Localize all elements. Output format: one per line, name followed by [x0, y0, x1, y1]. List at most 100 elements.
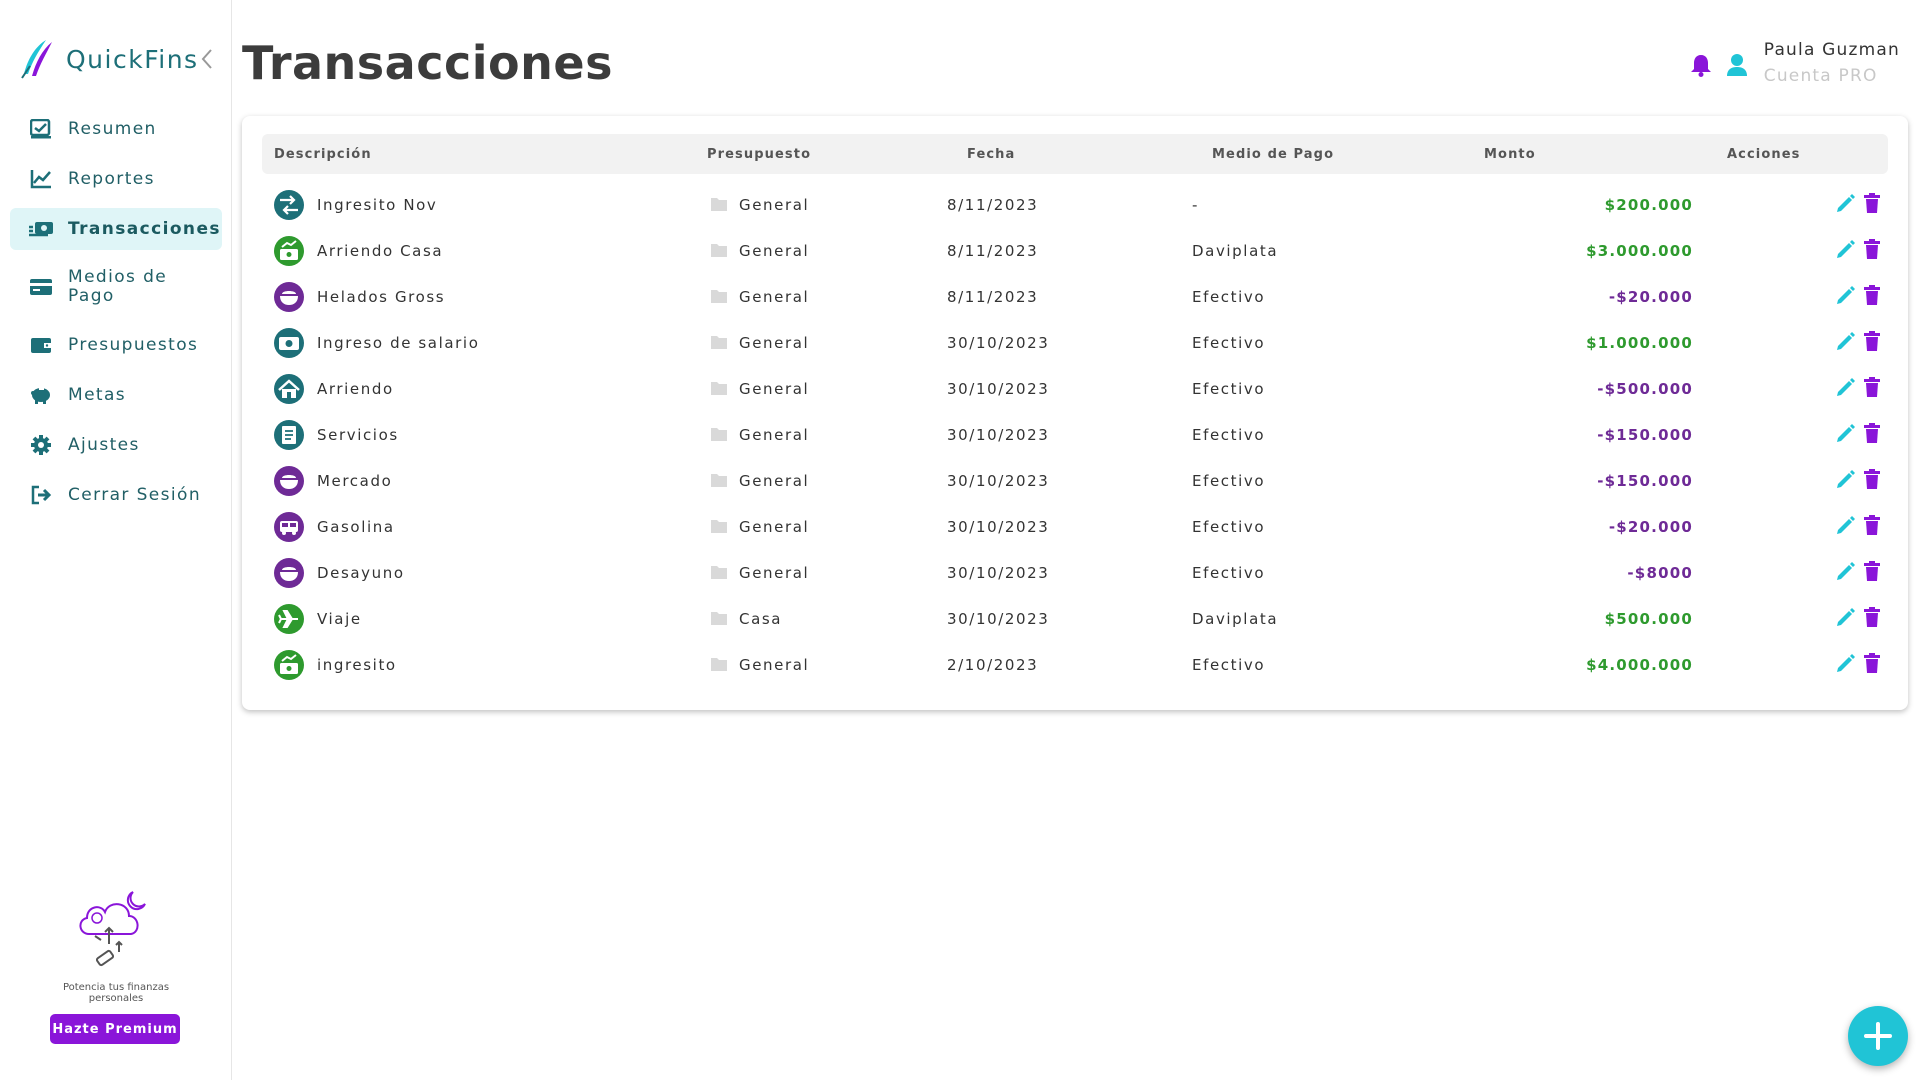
column-header-descripcion: Descripción — [274, 147, 372, 162]
pencil-icon[interactable] — [1834, 468, 1856, 490]
table-row[interactable]: Helados Gross General 8/11/2023 Efectivo -$2… — [242, 274, 1908, 320]
chart-check-icon — [28, 118, 54, 140]
money-growth-icon — [274, 236, 304, 266]
cell-amount: -$150.000 — [1597, 472, 1693, 490]
sidebar-item-metas[interactable]: Metas — [10, 374, 222, 416]
table-row[interactable]: Ingreso de salario General 30/10/2023 Efect… — [242, 320, 1908, 366]
food-bowl-icon — [274, 558, 304, 588]
folder-icon — [711, 290, 727, 303]
sidebar-item-label: Medios de Pago — [68, 267, 168, 306]
bell-icon[interactable] — [1690, 53, 1712, 77]
money-transfer-icon — [28, 218, 54, 240]
cell-date: 30/10/2023 — [947, 564, 1050, 582]
cell-payment-method: Efectivo — [1192, 426, 1266, 444]
sidebar-item-resumen[interactable]: Resumen — [10, 108, 222, 150]
sidebar: QuickFins Resumen Reportes Transacciones — [0, 0, 232, 1080]
cell-amount: -$20.000 — [1608, 518, 1693, 536]
folder-icon — [711, 428, 727, 441]
gear-icon — [28, 434, 54, 456]
pencil-icon[interactable] — [1834, 422, 1856, 444]
hazte-premium-button[interactable]: Hazte Premium — [50, 1014, 180, 1044]
add-transaction-button[interactable] — [1848, 1006, 1908, 1066]
user-icon[interactable] — [1726, 53, 1748, 77]
trash-icon[interactable] — [1862, 514, 1882, 536]
table-row[interactable]: Ingresito Nov General 8/11/2023 - $200.000 — [242, 182, 1908, 228]
sidebar-item-reportes[interactable]: Reportes — [10, 158, 222, 200]
cell-description: Arriendo Casa — [317, 242, 444, 260]
sidebar-item-cerrar-sesion[interactable]: Cerrar Sesión — [10, 474, 222, 516]
cell-budget: General — [739, 242, 810, 260]
cell-date: 8/11/2023 — [947, 196, 1039, 214]
pencil-icon[interactable] — [1834, 606, 1856, 628]
pencil-icon[interactable] — [1834, 330, 1856, 352]
column-header-fecha: Fecha — [967, 147, 1016, 162]
table-row[interactable]: Desayuno General 30/10/2023 Efectivo -$8000 — [242, 550, 1908, 596]
trash-icon[interactable] — [1862, 376, 1882, 398]
trash-icon[interactable] — [1862, 192, 1882, 214]
user-header: Paula Guzman Cuenta PRO — [1690, 40, 1900, 86]
table-row[interactable]: Gasolina General 30/10/2023 Efectivo -$20.00… — [242, 504, 1908, 550]
pencil-icon[interactable] — [1834, 514, 1856, 536]
trash-icon[interactable] — [1862, 330, 1882, 352]
cell-date: 2/10/2023 — [947, 656, 1039, 674]
table-body: Ingresito Nov General 8/11/2023 - $200.000 Ar… — [242, 182, 1908, 688]
logout-icon — [28, 484, 54, 506]
pencil-icon[interactable] — [1834, 238, 1856, 260]
trash-icon[interactable] — [1862, 238, 1882, 260]
table-row[interactable]: Arriendo General 30/10/2023 Efectivo -$500.0… — [242, 366, 1908, 412]
trash-icon[interactable] — [1862, 284, 1882, 306]
user-info[interactable]: Paula Guzman Cuenta PRO — [1764, 40, 1900, 86]
cell-budget: Casa — [739, 610, 783, 628]
cell-description: Servicios — [317, 426, 399, 444]
sidebar-item-label: Transacciones — [68, 219, 221, 239]
cell-description: Ingreso de salario — [317, 334, 480, 352]
cell-amount: -$8000 — [1627, 564, 1693, 582]
folder-icon — [711, 658, 727, 671]
cell-payment-method: Daviplata — [1192, 242, 1279, 260]
table-row[interactable]: Arriendo Casa General 8/11/2023 Daviplata $3… — [242, 228, 1908, 274]
pencil-icon[interactable] — [1834, 560, 1856, 582]
brand[interactable]: QuickFins — [16, 38, 199, 80]
sidebar-item-presupuestos[interactable]: Presupuestos — [10, 324, 222, 366]
column-header-medio-de-pago: Medio de Pago — [1212, 147, 1335, 162]
cell-description: Viaje — [317, 610, 362, 628]
user-plan: Cuenta PRO — [1763, 66, 1878, 86]
table-row[interactable]: ingresito General 2/10/2023 Efectivo $4.000.… — [242, 642, 1908, 688]
cell-description: Helados Gross — [317, 288, 446, 306]
column-header-monto: Monto — [1484, 147, 1536, 162]
plus-icon — [1864, 1022, 1892, 1050]
cell-description: ingresito — [317, 656, 397, 674]
sidebar-item-transacciones[interactable]: Transacciones — [10, 208, 222, 250]
money-growth-icon — [274, 650, 304, 680]
sidebar-item-medios-de-pago[interactable]: Medios de Pago — [10, 258, 222, 316]
cell-description: Desayuno — [317, 564, 405, 582]
cell-payment-method: Efectivo — [1192, 564, 1266, 582]
pencil-icon[interactable] — [1834, 652, 1856, 674]
cell-budget: General — [739, 656, 810, 674]
cloud-upload-illustration-icon — [79, 891, 146, 967]
folder-icon — [711, 612, 727, 625]
cell-date: 30/10/2023 — [947, 426, 1050, 444]
trash-icon[interactable] — [1862, 560, 1882, 582]
chevron-left-icon[interactable] — [200, 48, 214, 70]
cell-date: 8/11/2023 — [947, 242, 1039, 260]
trash-icon[interactable] — [1862, 422, 1882, 444]
trash-icon[interactable] — [1862, 606, 1882, 628]
trash-icon[interactable] — [1862, 468, 1882, 490]
cell-payment-method: Efectivo — [1192, 518, 1266, 536]
sidebar-item-label: Metas — [68, 385, 127, 405]
trash-icon[interactable] — [1862, 652, 1882, 674]
table-row[interactable]: Servicios General 30/10/2023 Efectivo -$150.… — [242, 412, 1908, 458]
table-row[interactable]: Mercado General 30/10/2023 Efectivo -$150.00… — [242, 458, 1908, 504]
wallet-icon — [28, 334, 54, 356]
cell-description: Gasolina — [317, 518, 395, 536]
sidebar-item-ajustes[interactable]: Ajustes — [10, 424, 222, 466]
cell-description: Arriendo — [317, 380, 394, 398]
pencil-icon[interactable] — [1834, 192, 1856, 214]
pencil-icon[interactable] — [1834, 376, 1856, 398]
cell-payment-method: Efectivo — [1192, 656, 1266, 674]
cell-budget: General — [739, 288, 810, 306]
pencil-icon[interactable] — [1834, 284, 1856, 306]
table-row[interactable]: Viaje Casa 30/10/2023 Daviplata $500.000 — [242, 596, 1908, 642]
cell-payment-method: Efectivo — [1192, 334, 1266, 352]
